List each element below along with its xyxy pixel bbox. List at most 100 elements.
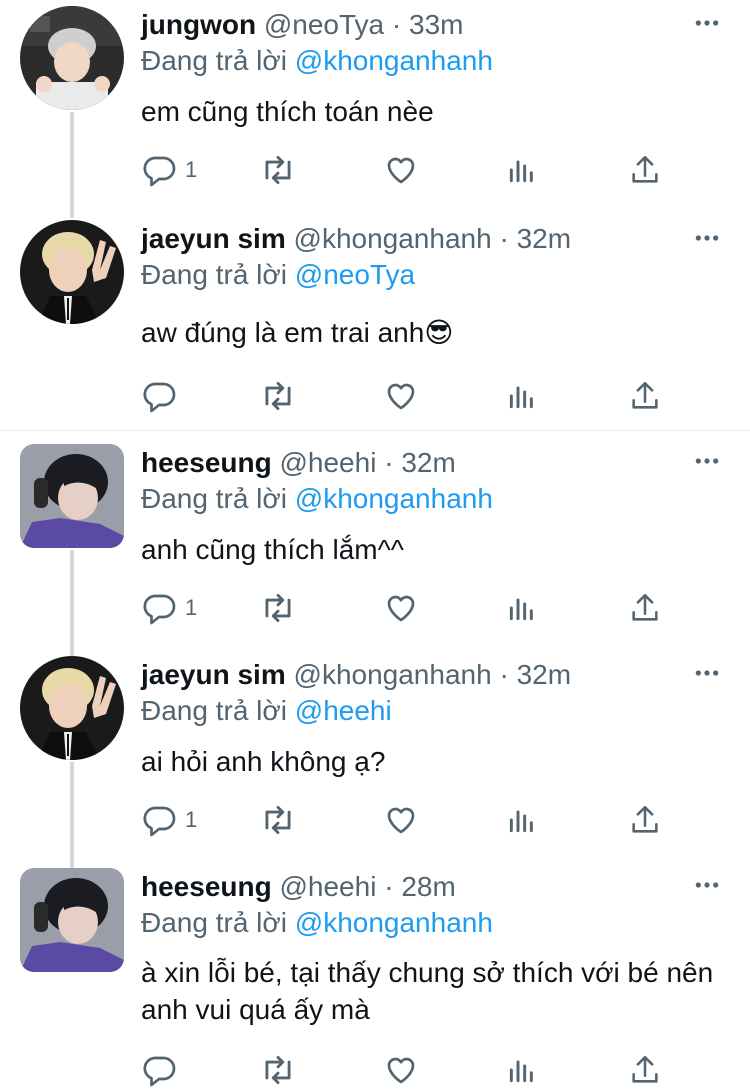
reply-button[interactable] xyxy=(141,1050,177,1090)
reply-mention[interactable]: @khonganhanh xyxy=(295,483,493,514)
tweet-text: anh cũng thích lắm^^ xyxy=(141,534,404,565)
tweet-5[interactable]: heeseung @heehi · 28m Đang trả lời @khon… xyxy=(0,862,750,1073)
timestamp[interactable]: 32m xyxy=(517,223,571,254)
sunglasses-emoji: 😎 xyxy=(424,317,454,348)
thread-line xyxy=(70,550,74,650)
display-name[interactable]: jungwon xyxy=(141,9,256,40)
analytics-icon xyxy=(506,804,538,836)
display-name[interactable]: jaeyun sim xyxy=(141,659,286,690)
avatar[interactable] xyxy=(20,444,124,548)
reply-prefix: Đang trả lời xyxy=(141,695,287,726)
analytics-icon xyxy=(506,380,538,412)
analytics-button[interactable] xyxy=(506,376,538,416)
more-icon[interactable] xyxy=(694,10,720,36)
share-icon xyxy=(628,591,662,625)
retweet-button[interactable] xyxy=(259,150,297,190)
reply-prefix: Đang trả lời xyxy=(141,259,287,290)
action-bar: 1 xyxy=(141,800,721,840)
handle[interactable]: @khonganhanh xyxy=(294,659,492,690)
analytics-button[interactable] xyxy=(506,150,538,190)
avatar[interactable] xyxy=(20,868,124,972)
share-icon xyxy=(628,1053,662,1087)
share-button[interactable] xyxy=(628,1050,662,1090)
retweet-button[interactable] xyxy=(259,800,297,840)
tweet-text: ai hỏi anh không ạ? xyxy=(141,746,386,777)
like-button[interactable] xyxy=(383,1050,419,1090)
timestamp[interactable]: 32m xyxy=(401,447,455,478)
timestamp[interactable]: 33m xyxy=(409,9,463,40)
avatar[interactable] xyxy=(20,656,124,760)
avatar-image xyxy=(20,220,124,324)
display-name[interactable]: heeseung xyxy=(141,871,272,902)
handle[interactable]: @khonganhanh xyxy=(294,223,492,254)
tweet-text: em cũng thích toán nèe xyxy=(141,96,434,127)
tweet-text-body: aw đúng là em trai anh xyxy=(141,317,425,348)
reply-mention[interactable]: @neoTya xyxy=(295,259,415,290)
share-button[interactable] xyxy=(628,150,662,190)
avatar[interactable] xyxy=(20,220,124,324)
reply-mention[interactable]: @khonganhanh xyxy=(295,45,493,76)
more-icon[interactable] xyxy=(694,225,720,251)
handle[interactable]: @neoTya xyxy=(264,9,384,40)
analytics-button[interactable] xyxy=(506,800,538,840)
action-bar: 1 xyxy=(141,150,721,190)
share-button[interactable] xyxy=(628,376,662,416)
reply-mention[interactable]: @khonganhanh xyxy=(295,907,493,938)
tweet-header: jaeyun sim @khonganhanh · 32m xyxy=(141,658,571,692)
reply-mention[interactable]: @heehi xyxy=(295,695,392,726)
like-icon xyxy=(383,802,419,838)
avatar[interactable] xyxy=(20,6,124,110)
like-icon xyxy=(383,152,419,188)
tweet-2[interactable]: jaeyun sim @khonganhanh · 32m Đang trả l… xyxy=(0,212,750,430)
retweet-icon xyxy=(259,151,297,189)
retweet-icon xyxy=(259,801,297,839)
share-button[interactable] xyxy=(628,800,662,840)
thread-line xyxy=(70,112,74,212)
avatar-image xyxy=(20,6,124,110)
separator: · xyxy=(384,447,394,478)
more-icon[interactable] xyxy=(694,660,720,686)
reply-button[interactable] xyxy=(141,376,177,416)
reply-context: Đang trả lời @heehi xyxy=(141,694,392,728)
tweet-4[interactable]: jaeyun sim @khonganhanh · 32m Đang trả l… xyxy=(0,650,750,862)
like-button[interactable] xyxy=(383,800,419,840)
tweet-1[interactable]: jungwon @neoTya · 33m Đang trả lời @khon… xyxy=(0,0,750,212)
thread-divider xyxy=(0,430,750,431)
reply-button[interactable]: 1 xyxy=(141,150,197,190)
retweet-button[interactable] xyxy=(259,588,297,628)
like-button[interactable] xyxy=(383,376,419,416)
action-bar xyxy=(141,376,721,416)
timestamp[interactable]: 28m xyxy=(401,871,455,902)
tweet-header: heeseung @heehi · 28m xyxy=(141,870,456,904)
avatar-image xyxy=(20,444,124,548)
reply-context: Đang trả lời @khonganhanh xyxy=(141,906,493,940)
display-name[interactable]: jaeyun sim xyxy=(141,223,286,254)
reply-button[interactable]: 1 xyxy=(141,588,197,628)
retweet-button[interactable] xyxy=(259,376,297,416)
like-button[interactable] xyxy=(383,150,419,190)
reply-button[interactable]: 1 xyxy=(141,800,197,840)
separator: · xyxy=(384,871,394,902)
retweet-icon xyxy=(259,589,297,627)
retweet-button[interactable] xyxy=(259,1050,297,1090)
handle[interactable]: @heehi xyxy=(279,447,376,478)
analytics-button[interactable] xyxy=(506,1050,538,1090)
like-button[interactable] xyxy=(383,588,419,628)
separator: · xyxy=(391,9,402,40)
reply-count: 1 xyxy=(185,807,198,832)
action-bar: 1 xyxy=(141,588,721,628)
share-button[interactable] xyxy=(628,588,662,628)
separator: · xyxy=(499,223,509,254)
handle[interactable]: @heehi xyxy=(279,871,376,902)
timestamp[interactable]: 32m xyxy=(517,659,571,690)
tweet-text: à xin lỗi bé, tại thấy chung sở thích vớ… xyxy=(141,957,714,1025)
more-icon[interactable] xyxy=(694,872,720,898)
more-icon[interactable] xyxy=(694,448,720,474)
thread-line xyxy=(70,762,74,862)
like-icon xyxy=(383,378,419,414)
analytics-button[interactable] xyxy=(506,588,538,628)
like-icon xyxy=(383,590,419,626)
reply-prefix: Đang trả lời xyxy=(141,907,287,938)
display-name[interactable]: heeseung xyxy=(141,447,272,478)
tweet-3[interactable]: heeseung @heehi · 32m Đang trả lời @khon… xyxy=(0,438,750,650)
